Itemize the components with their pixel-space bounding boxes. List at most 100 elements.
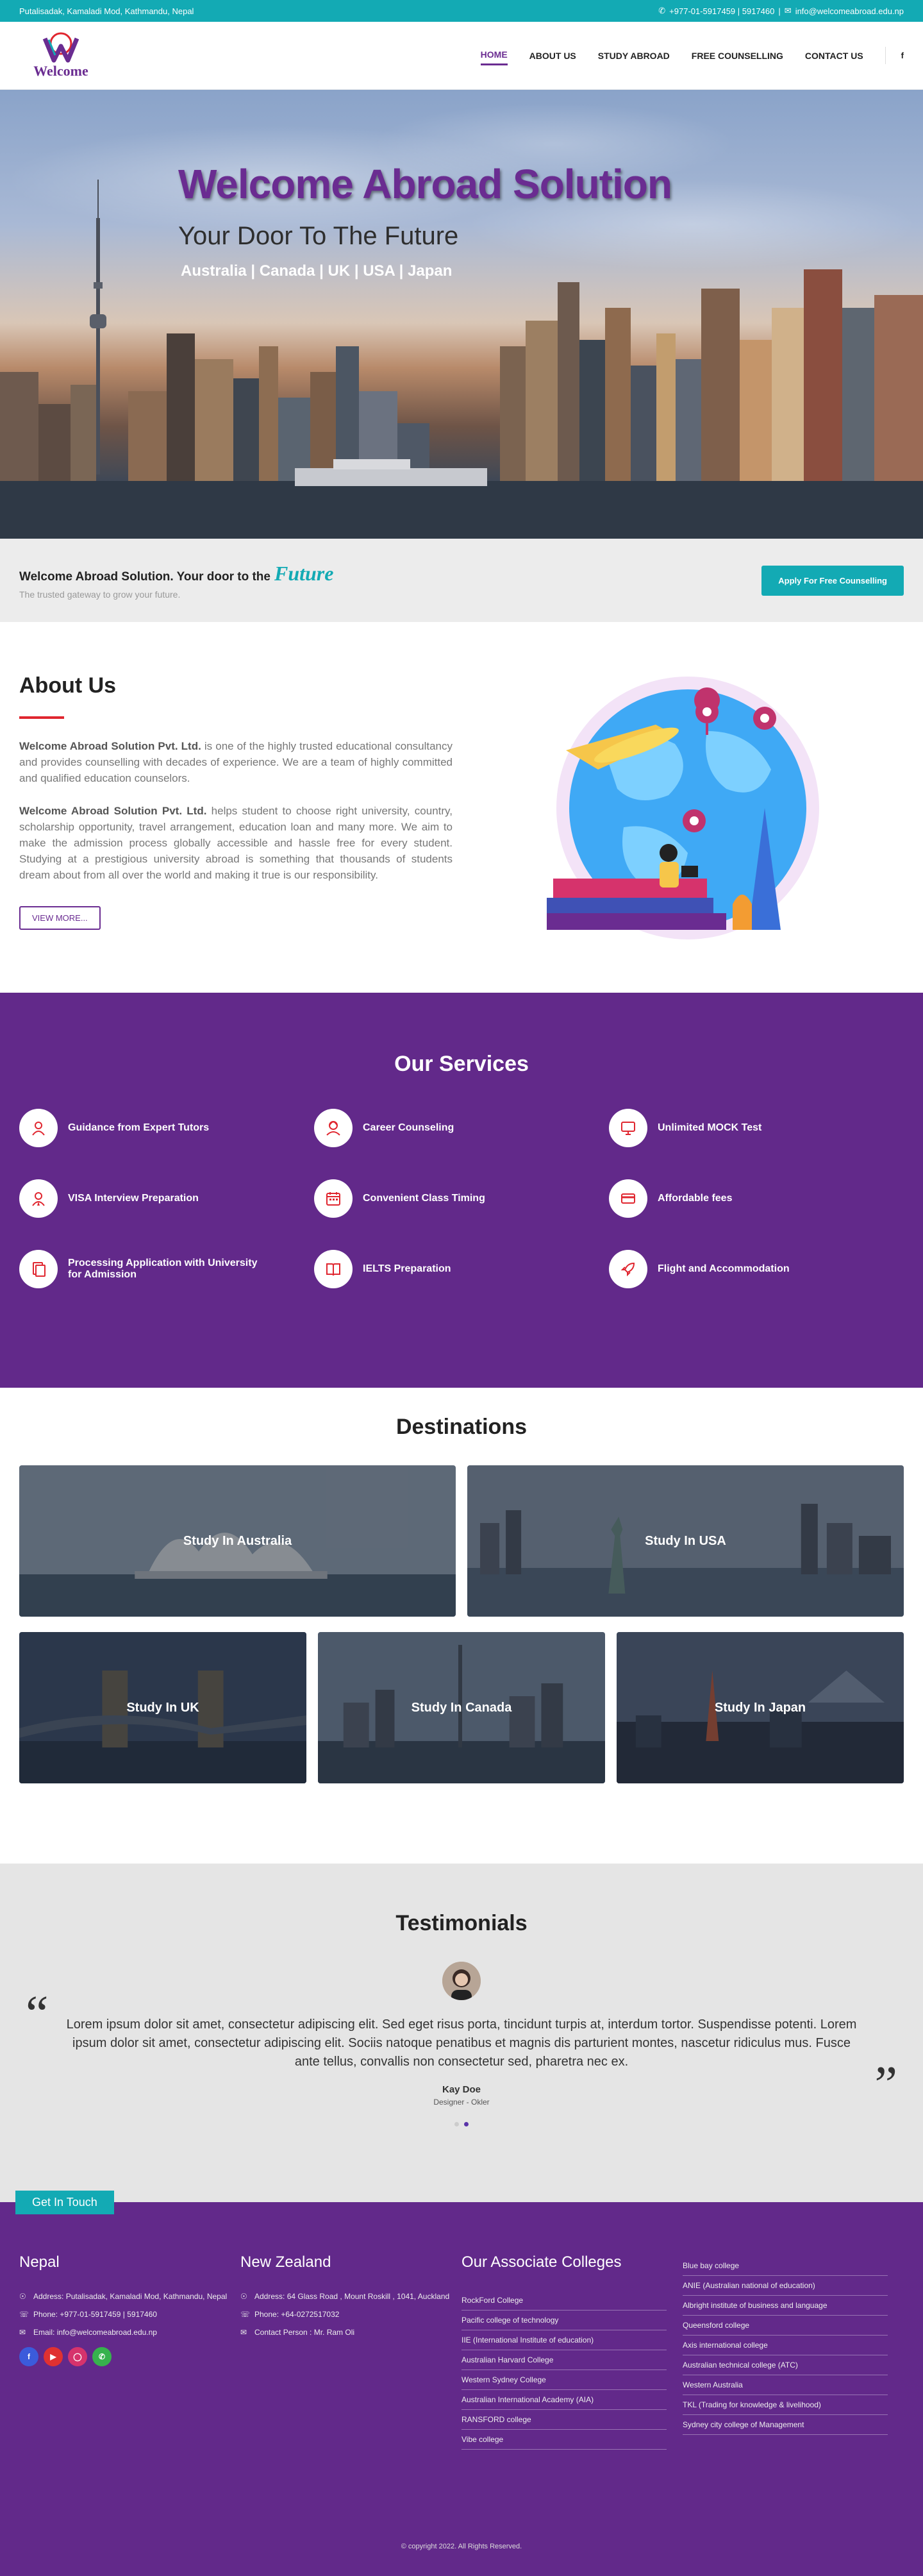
interview-icon <box>19 1179 58 1218</box>
nav-free-counselling[interactable]: FREE COUNSELLING <box>692 47 783 65</box>
hero-banner: Welcome Abroad Solution Your Door To The… <box>0 90 923 539</box>
nepal-phone[interactable]: Phone: +977-01-5917459 | 5917460 <box>33 2309 157 2320</box>
college-link[interactable]: TKL (Trading for knowledge & livelihood) <box>683 2395 888 2415</box>
destination-label: Study In USA <box>645 1533 726 1548</box>
college-link[interactable]: Pacific college of technology <box>462 2311 667 2330</box>
whatsapp-icon: ☏ <box>240 2310 251 2319</box>
nepal-email-label: Email: <box>33 2328 57 2337</box>
destination-card-australia[interactable]: Study In Australia <box>19 1465 456 1617</box>
testimonial-name: Kay Doe <box>442 2084 481 2095</box>
services-section: Our Services Guidance from Expert Tutors… <box>0 993 923 1388</box>
about-section: About Us Welcome Abroad Solution Pvt. Lt… <box>0 622 923 993</box>
cta-future-text: Future <box>274 561 334 585</box>
destination-card-uk[interactable]: Study In UK <box>19 1632 306 1783</box>
top-bar: Putalisadak, Kamaladi Mod, Kathmandu, Ne… <box>0 0 923 22</box>
nepal-email[interactable]: info@welcomeabroad.edu.np <box>57 2328 157 2337</box>
colleges-heading: Our Associate Colleges <box>462 2253 622 2271</box>
logo-text: Welcome <box>33 62 88 79</box>
service-item[interactable]: Flight and Accommodation <box>609 1250 904 1288</box>
footer: Get In Touch Nepal ☉ Address: Putalisadak… <box>0 2191 923 2576</box>
college-link[interactable]: Queensford college <box>683 2316 888 2336</box>
college-link[interactable]: Axis international college <box>683 2336 888 2355</box>
service-label: Affordable fees <box>658 1193 733 1204</box>
whatsapp-icon[interactable]: ✆ <box>92 2347 112 2366</box>
close-quote-icon: ” <box>874 2057 897 2113</box>
contact-icon: ✉ <box>240 2328 247 2337</box>
get-in-touch-tab: Get In Touch <box>15 2191 114 2214</box>
college-link[interactable]: Vibe college <box>462 2430 667 2450</box>
document-icon <box>19 1250 58 1288</box>
location-icon: ☉ <box>240 2292 247 2301</box>
carousel-dots <box>0 2122 923 2126</box>
facebook-icon[interactable]: f <box>885 47 904 64</box>
cta-title-text: Welcome Abroad Solution. Your door to th… <box>19 569 270 584</box>
carousel-dot-active[interactable] <box>464 2122 469 2126</box>
college-link[interactable]: Albright institute of business and langu… <box>683 2296 888 2316</box>
apply-counselling-button[interactable]: Apply For Free Counselling <box>761 565 904 596</box>
college-link[interactable]: Sydney city college of Management <box>683 2415 888 2435</box>
college-link[interactable]: RockFord College <box>462 2291 667 2311</box>
hero-title: Welcome Abroad Solution <box>178 161 672 207</box>
mail-icon: ✉ <box>784 6 792 15</box>
service-item[interactable]: Guidance from Expert Tutors <box>19 1109 314 1147</box>
college-link[interactable]: Western Sydney College <box>462 2370 667 2390</box>
college-link[interactable]: ANIE (Australian national of education) <box>683 2276 888 2296</box>
college-link[interactable]: Australian International Academy (AIA) <box>462 2390 667 2410</box>
instagram-icon[interactable]: ◯ <box>68 2347 87 2366</box>
destination-card-japan[interactable]: Study In Japan <box>617 1632 904 1783</box>
service-item[interactable]: Convenient Class Timing <box>314 1179 609 1218</box>
about-paragraph-2: Welcome Abroad Solution Pvt. Ltd. helps … <box>19 805 453 881</box>
service-label: Guidance from Expert Tutors <box>68 1122 210 1133</box>
service-label: VISA Interview Preparation <box>68 1193 199 1204</box>
destination-card-usa[interactable]: Study In USA <box>467 1465 904 1617</box>
service-item[interactable]: VISA Interview Preparation <box>19 1179 314 1218</box>
destinations-section: Destinations Study In Australia Study In… <box>0 1388 923 1864</box>
nav-home[interactable]: HOME <box>480 46 508 65</box>
card-icon <box>609 1179 647 1218</box>
college-link[interactable]: IIE (International Institute of educatio… <box>462 2330 667 2350</box>
nav-contact[interactable]: CONTACT US <box>805 47 863 65</box>
cta-strip: Welcome Abroad Solution. Your door to th… <box>0 539 923 622</box>
service-item[interactable]: Affordable fees <box>609 1179 904 1218</box>
calendar-icon <box>314 1179 353 1218</box>
service-label: IELTS Preparation <box>363 1263 451 1274</box>
service-item[interactable]: Career Counseling <box>314 1109 609 1147</box>
nav-about[interactable]: ABOUT US <box>529 47 576 65</box>
service-item[interactable]: Unlimited MOCK Test <box>609 1109 904 1147</box>
college-link[interactable]: Australian Harvard College <box>462 2350 667 2370</box>
top-email[interactable]: info@welcomeabroad.edu.np <box>795 6 904 16</box>
nav-menu: HOME ABOUT US STUDY ABROAD FREE COUNSELL… <box>480 46 904 65</box>
heading-underline <box>19 716 64 719</box>
footer-colleges: Our Associate Colleges RockFord College P… <box>462 2253 683 2450</box>
nav-study-abroad[interactable]: STUDY ABROAD <box>598 47 670 65</box>
college-link[interactable]: Blue bay college <box>683 2256 888 2276</box>
facebook-icon[interactable]: f <box>19 2347 38 2366</box>
top-phone[interactable]: +977-01-5917459 | 5917460 <box>669 6 774 16</box>
youtube-icon[interactable]: ▶ <box>44 2347 63 2366</box>
testimonial-role: Designer - Okler <box>433 2098 490 2107</box>
destinations-heading: Destinations <box>395 1415 528 1439</box>
logo[interactable]: Welcome <box>26 32 96 80</box>
location-icon: ☉ <box>19 2292 26 2301</box>
hero-countries: Australia | Canada | UK | USA | Japan <box>181 262 453 280</box>
college-link[interactable]: Australian technical college (ATC) <box>683 2355 888 2375</box>
destination-card-canada[interactable]: Study In Canada <box>318 1632 605 1783</box>
service-item[interactable]: IELTS Preparation <box>314 1250 609 1288</box>
nz-phone[interactable]: Phone: +64-0272517032 <box>254 2309 339 2320</box>
carousel-dot[interactable] <box>454 2122 459 2126</box>
main-nav: Welcome HOME ABOUT US STUDY ABROAD FREE … <box>0 22 923 90</box>
service-item[interactable]: Processing Application with University f… <box>19 1250 314 1288</box>
testimonials-section: Testimonials “ ” Lorem ipsum dolor sit a… <box>0 1864 923 2202</box>
cta-heading: Welcome Abroad Solution. Your door to th… <box>19 562 333 585</box>
footer-colleges-2: Blue bay college ANIE (Australian nationa… <box>683 2253 904 2450</box>
college-link[interactable]: RANSFORD college <box>462 2410 667 2430</box>
service-label: Career Counseling <box>363 1122 454 1133</box>
monitor-icon <box>609 1109 647 1147</box>
logo-mark-icon <box>42 32 79 62</box>
college-link[interactable]: Western Australia <box>683 2375 888 2395</box>
nepal-address: Address: Putalisadak, Kamaladi Mod, Kath… <box>33 2292 228 2301</box>
view-more-button[interactable]: VIEW MORE... <box>19 906 101 930</box>
avatar <box>442 1962 481 2000</box>
nz-contact: Contact Person : Mr. Ram Oli <box>254 2328 355 2337</box>
footer-nz: New Zealand ☉ Address: 64 Glass Road , Mo… <box>240 2253 462 2450</box>
